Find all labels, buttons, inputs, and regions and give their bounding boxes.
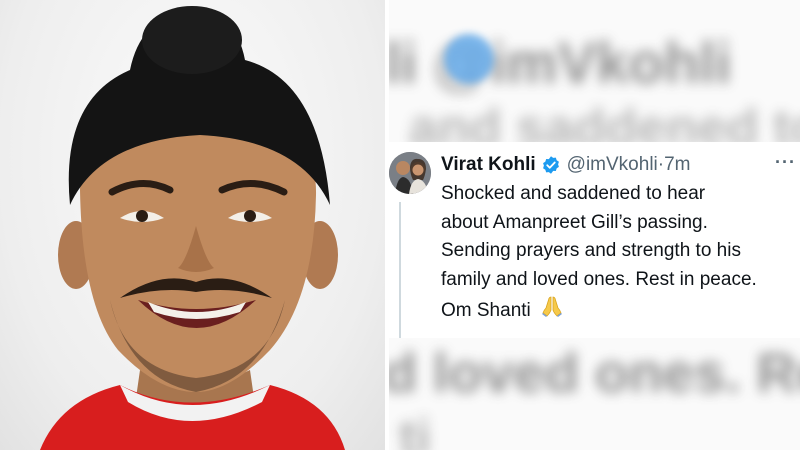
- author-handle[interactable]: @imVkohli: [567, 154, 658, 176]
- tweet-line: Sending prayers and strength to his: [441, 240, 741, 261]
- post-time[interactable]: 7m: [664, 154, 690, 176]
- avatar[interactable]: [389, 152, 431, 194]
- blurred-handle-text: li @imVkohli: [389, 31, 732, 96]
- portrait-photo: [0, 0, 385, 450]
- tweet-header: Virat Kohli @imVkohli · 7m: [441, 152, 691, 178]
- blurred-verified-icon: [444, 34, 494, 84]
- tweet-line: Shocked and saddened to hear: [441, 183, 706, 204]
- tweet-line-last: Om Shanti: [441, 294, 797, 328]
- tweet-card[interactable]: Virat Kohli @imVkohli · 7m ··· Shocked a…: [389, 142, 800, 338]
- tweet-line: family and loved ones. Rest in peace.: [441, 268, 757, 290]
- portrait-illustration: [40, 6, 345, 450]
- tweet-text: Shocked and saddened to hear about Amanp…: [441, 180, 797, 328]
- blurred-body-text-bottom: d loved ones. Re: [389, 341, 800, 404]
- tweet-line: about Amanpreet Gill’s passing.: [441, 211, 708, 233]
- more-options-icon[interactable]: ···: [775, 152, 796, 173]
- blurred-body-text-last: ti: [399, 409, 431, 450]
- verified-badge-icon: [541, 155, 561, 175]
- thread-line: [399, 202, 401, 338]
- avatar-image: [389, 152, 431, 194]
- folded-hands-icon: [540, 294, 564, 328]
- tweet-line: Om Shanti: [441, 299, 531, 321]
- author-name[interactable]: Virat Kohli: [441, 154, 536, 176]
